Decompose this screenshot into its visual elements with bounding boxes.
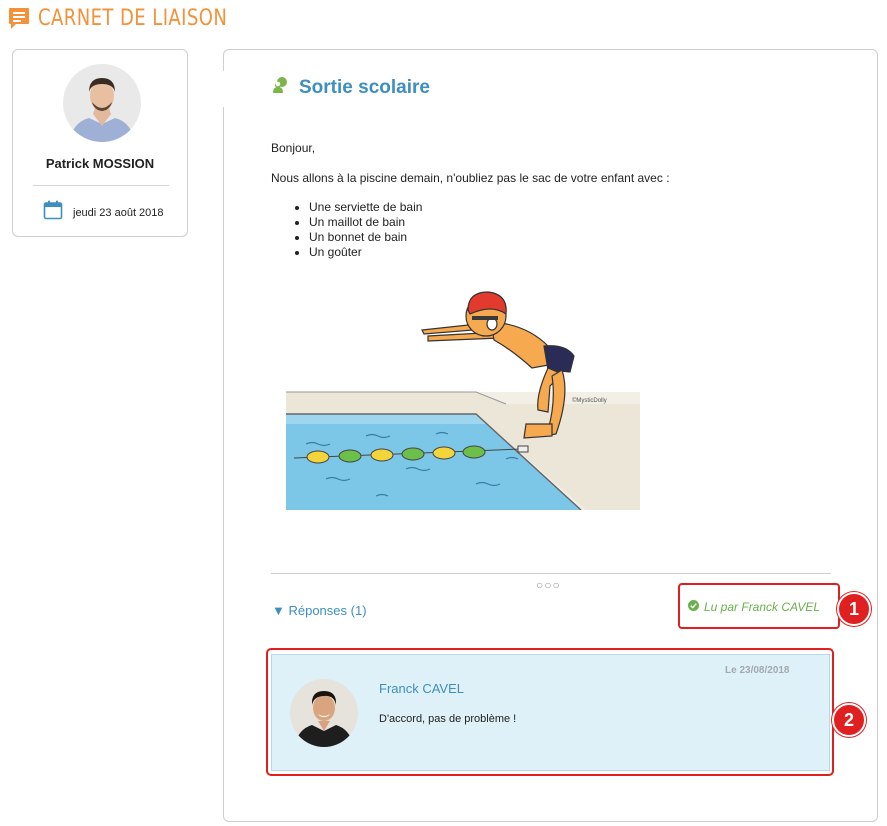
message-greeting: Bonjour,	[271, 141, 316, 155]
reply-date: Le 23/08/2018	[725, 665, 790, 676]
read-status-text: Lu par Franck CAVEL	[704, 600, 821, 614]
divider	[271, 573, 831, 574]
calendar-icon	[43, 200, 63, 225]
author-date: jeudi 23 août 2018	[43, 200, 164, 225]
replies-toggle[interactable]: ▼ Réponses (1)	[272, 603, 367, 618]
page-title: CARNET DE LIAISON	[38, 5, 228, 31]
annotation-badge-2: 2	[832, 703, 866, 737]
read-status: Lu par Franck CAVEL	[688, 600, 820, 614]
avatar	[63, 64, 141, 142]
reply-author: Franck CAVEL	[379, 681, 465, 696]
swimmer-illustration: ©MysticDolly	[286, 291, 640, 510]
page-header: CARNET DE LIAISON	[8, 4, 269, 32]
divider	[33, 185, 169, 186]
expand-dots[interactable]: ○○○	[536, 578, 561, 592]
message-title: Sortie scolaire	[299, 76, 430, 98]
avatar	[290, 679, 358, 747]
list-item: Un goûter	[309, 245, 422, 260]
outing-icon	[271, 76, 289, 99]
author-date-text: jeudi 23 août 2018	[73, 206, 164, 219]
message-intro: Nous allons à la piscine demain, n'oubli…	[271, 171, 670, 185]
list-item: Un bonnet de bain	[309, 230, 422, 245]
item-list: Une serviette de bain Un maillot de bain…	[271, 200, 422, 260]
author-name: Patrick MOSSION	[45, 156, 155, 171]
annotation-badge-1: 1	[837, 592, 871, 626]
illustration-signature: ©MysticDolly	[572, 397, 607, 404]
message-icon	[8, 7, 30, 29]
check-circle-icon	[688, 600, 699, 614]
reply-text: D'accord, pas de problème !	[379, 713, 517, 725]
message-header: Sortie scolaire	[271, 76, 430, 99]
list-item: Un maillot de bain	[309, 215, 422, 230]
author-card: Patrick MOSSION jeudi 23 août 2018	[12, 49, 188, 237]
list-item: Une serviette de bain	[309, 200, 422, 215]
